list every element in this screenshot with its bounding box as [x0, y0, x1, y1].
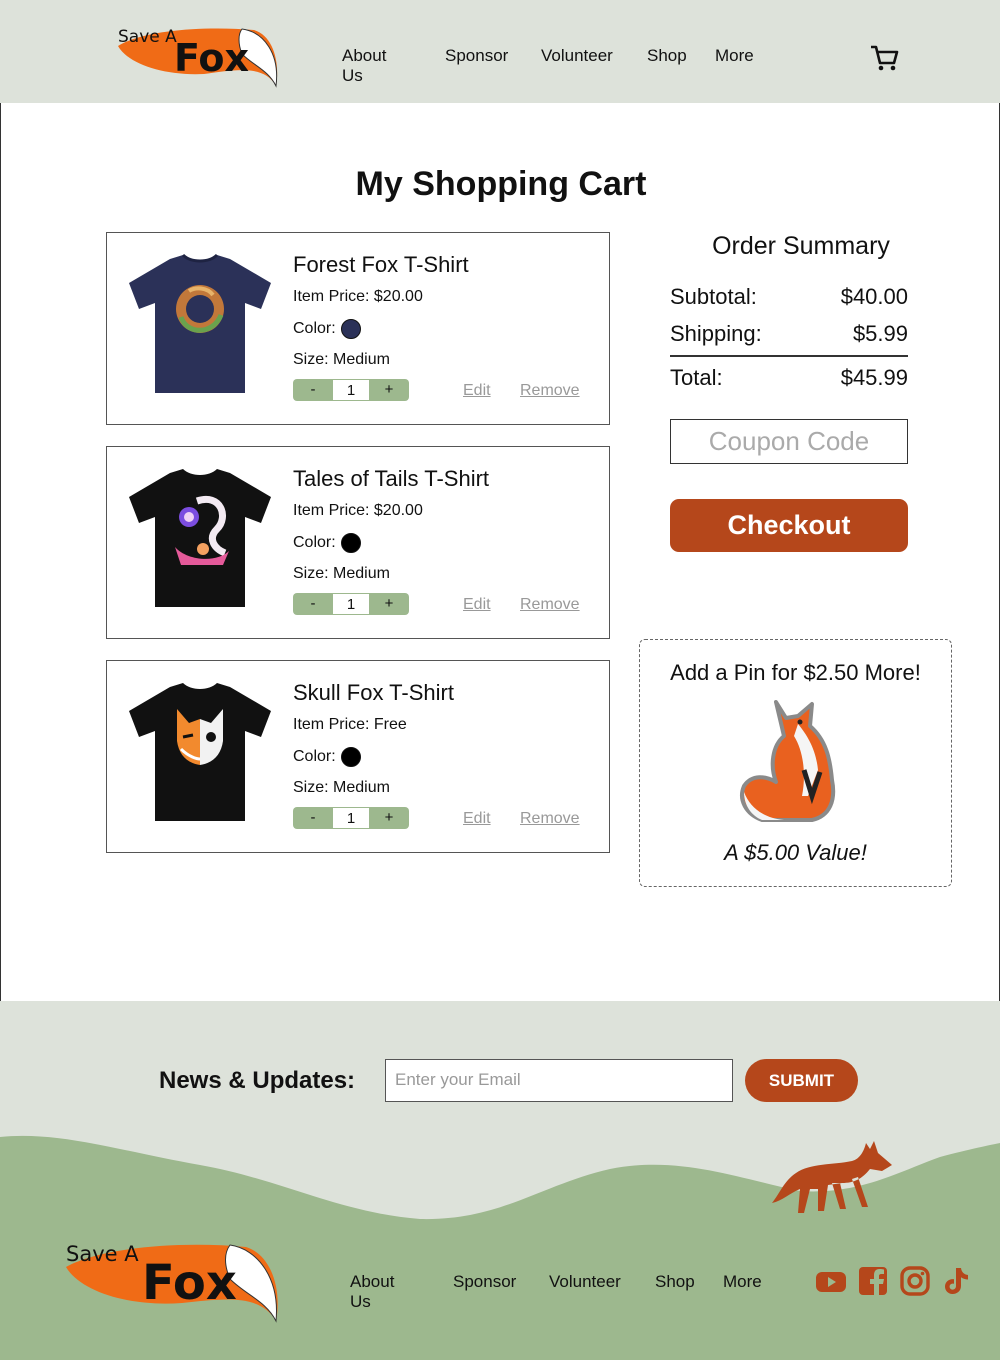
forest-fox-tshirt-image[interactable]	[125, 251, 275, 401]
footer-save-a-fox-logo[interactable]: Save A Fox	[62, 1239, 282, 1325]
item-price: Item Price: Free	[293, 716, 407, 733]
site-header: Save A Fox About Us Sponsor Volunteer Sh…	[0, 0, 1000, 103]
footer-nav-about-us[interactable]: About Us	[350, 1272, 394, 1312]
increase-quantity-button[interactable]: +	[369, 593, 409, 615]
pin-offer-title: Add a Pin for $2.50 More!	[670, 660, 921, 685]
decrease-quantity-button[interactable]: -	[293, 593, 333, 615]
nav-sponsor[interactable]: Sponsor	[445, 46, 508, 66]
footer-nav-more[interactable]: More	[723, 1272, 762, 1292]
item-name[interactable]: Forest Fox T-Shirt	[293, 252, 469, 278]
cart-item: Skull Fox T-Shirt Item Price: Free Color…	[106, 660, 610, 853]
svg-text:Save A: Save A	[118, 27, 177, 47]
item-name[interactable]: Tales of Tails T-Shirt	[293, 466, 489, 492]
quantity-stepper: - 1 +	[293, 807, 409, 829]
svg-text:Fox: Fox	[142, 1255, 237, 1311]
color-swatch	[340, 533, 361, 553]
coupon-code-input[interactable]: Coupon Code	[670, 419, 908, 464]
decrease-quantity-button[interactable]: -	[293, 379, 333, 401]
quantity-input[interactable]: 1	[333, 593, 369, 615]
site-footer: News & Updates: Enter your Email SUBMIT …	[0, 1001, 1000, 1360]
item-size: Size: Medium	[293, 351, 390, 368]
item-color: Color:	[293, 533, 361, 553]
order-summary-title: Order Summary	[712, 232, 890, 260]
nav-shop[interactable]: Shop	[647, 46, 687, 66]
email-input[interactable]: Enter your Email	[385, 1059, 733, 1102]
color-label: Color:	[293, 534, 336, 551]
edit-item-link[interactable]: Edit	[463, 382, 491, 400]
instagram-icon[interactable]	[899, 1265, 931, 1297]
tiktok-icon[interactable]	[941, 1265, 973, 1297]
item-size: Size: Medium	[293, 779, 390, 796]
quantity-stepper: - 1 +	[293, 593, 409, 615]
subtotal-value: $40.00	[840, 284, 908, 309]
color-swatch	[340, 319, 361, 339]
cart-item: Tales of Tails T-Shirt Item Price: $20.0…	[106, 446, 610, 639]
item-name[interactable]: Skull Fox T-Shirt	[293, 680, 454, 706]
footer-nav-volunteer[interactable]: Volunteer	[549, 1272, 621, 1292]
footer-nav-shop[interactable]: Shop	[655, 1272, 695, 1292]
cart-item: Forest Fox T-Shirt Item Price: $20.00 Co…	[106, 232, 610, 425]
edit-item-link[interactable]: Edit	[463, 596, 491, 614]
total-row: Total: $45.99	[670, 365, 908, 391]
news-and-updates-label: News & Updates:	[159, 1067, 356, 1094]
subtotal-row: Subtotal: $40.00	[670, 284, 908, 310]
subtotal-label: Subtotal:	[670, 284, 757, 309]
tales-of-tails-tshirt-image[interactable]	[125, 465, 275, 615]
quantity-input[interactable]: 1	[333, 807, 369, 829]
pin-upsell[interactable]: Add a Pin for $2.50 More! A $5.00 Value!	[639, 639, 952, 887]
total-value: $45.99	[840, 365, 908, 390]
fox-pin-image	[732, 696, 852, 826]
color-label: Color:	[293, 748, 336, 765]
color-swatch	[340, 747, 361, 767]
decrease-quantity-button[interactable]: -	[293, 807, 333, 829]
fox-silhouette-icon	[772, 1141, 892, 1213]
total-label: Total:	[670, 365, 723, 390]
increase-quantity-button[interactable]: +	[369, 379, 409, 401]
shopping-cart-icon[interactable]	[868, 42, 900, 74]
quantity-stepper: - 1 +	[293, 379, 409, 401]
checkout-button[interactable]: Checkout	[670, 499, 908, 552]
nav-more[interactable]: More	[715, 46, 754, 66]
facebook-icon[interactable]	[857, 1265, 889, 1297]
remove-item-link[interactable]: Remove	[520, 382, 580, 400]
increase-quantity-button[interactable]: +	[369, 807, 409, 829]
save-a-fox-logo[interactable]: Save A Fox	[114, 24, 282, 90]
svg-text:Save A: Save A	[66, 1242, 139, 1266]
cart-page: My Shopping Cart Forest Fox T-Shirt Item…	[0, 103, 1000, 1001]
item-size: Size: Medium	[293, 565, 390, 582]
edit-item-link[interactable]: Edit	[463, 810, 491, 828]
svg-text:Fox: Fox	[174, 36, 249, 80]
item-price: Item Price: $20.00	[293, 288, 423, 305]
skull-fox-tshirt-image[interactable]	[125, 679, 275, 829]
footer-nav-sponsor[interactable]: Sponsor	[453, 1272, 516, 1292]
nav-volunteer[interactable]: Volunteer	[541, 46, 613, 66]
submit-button[interactable]: SUBMIT	[745, 1059, 858, 1102]
pin-value-text: A $5.00 Value!	[724, 840, 867, 865]
item-price: Item Price: $20.00	[293, 502, 423, 519]
youtube-icon[interactable]	[815, 1265, 847, 1297]
shipping-label: Shipping:	[670, 321, 762, 346]
remove-item-link[interactable]: Remove	[520, 596, 580, 614]
item-color: Color:	[293, 319, 361, 339]
shipping-value: $5.99	[852, 321, 908, 346]
shipping-row: Shipping: $5.99	[670, 321, 908, 347]
color-label: Color:	[293, 320, 336, 337]
item-color: Color:	[293, 747, 361, 767]
page-title: My Shopping Cart	[355, 165, 647, 203]
summary-divider	[670, 355, 908, 357]
quantity-input[interactable]: 1	[333, 379, 369, 401]
nav-about-us[interactable]: About Us	[342, 46, 386, 86]
remove-item-link[interactable]: Remove	[520, 810, 580, 828]
